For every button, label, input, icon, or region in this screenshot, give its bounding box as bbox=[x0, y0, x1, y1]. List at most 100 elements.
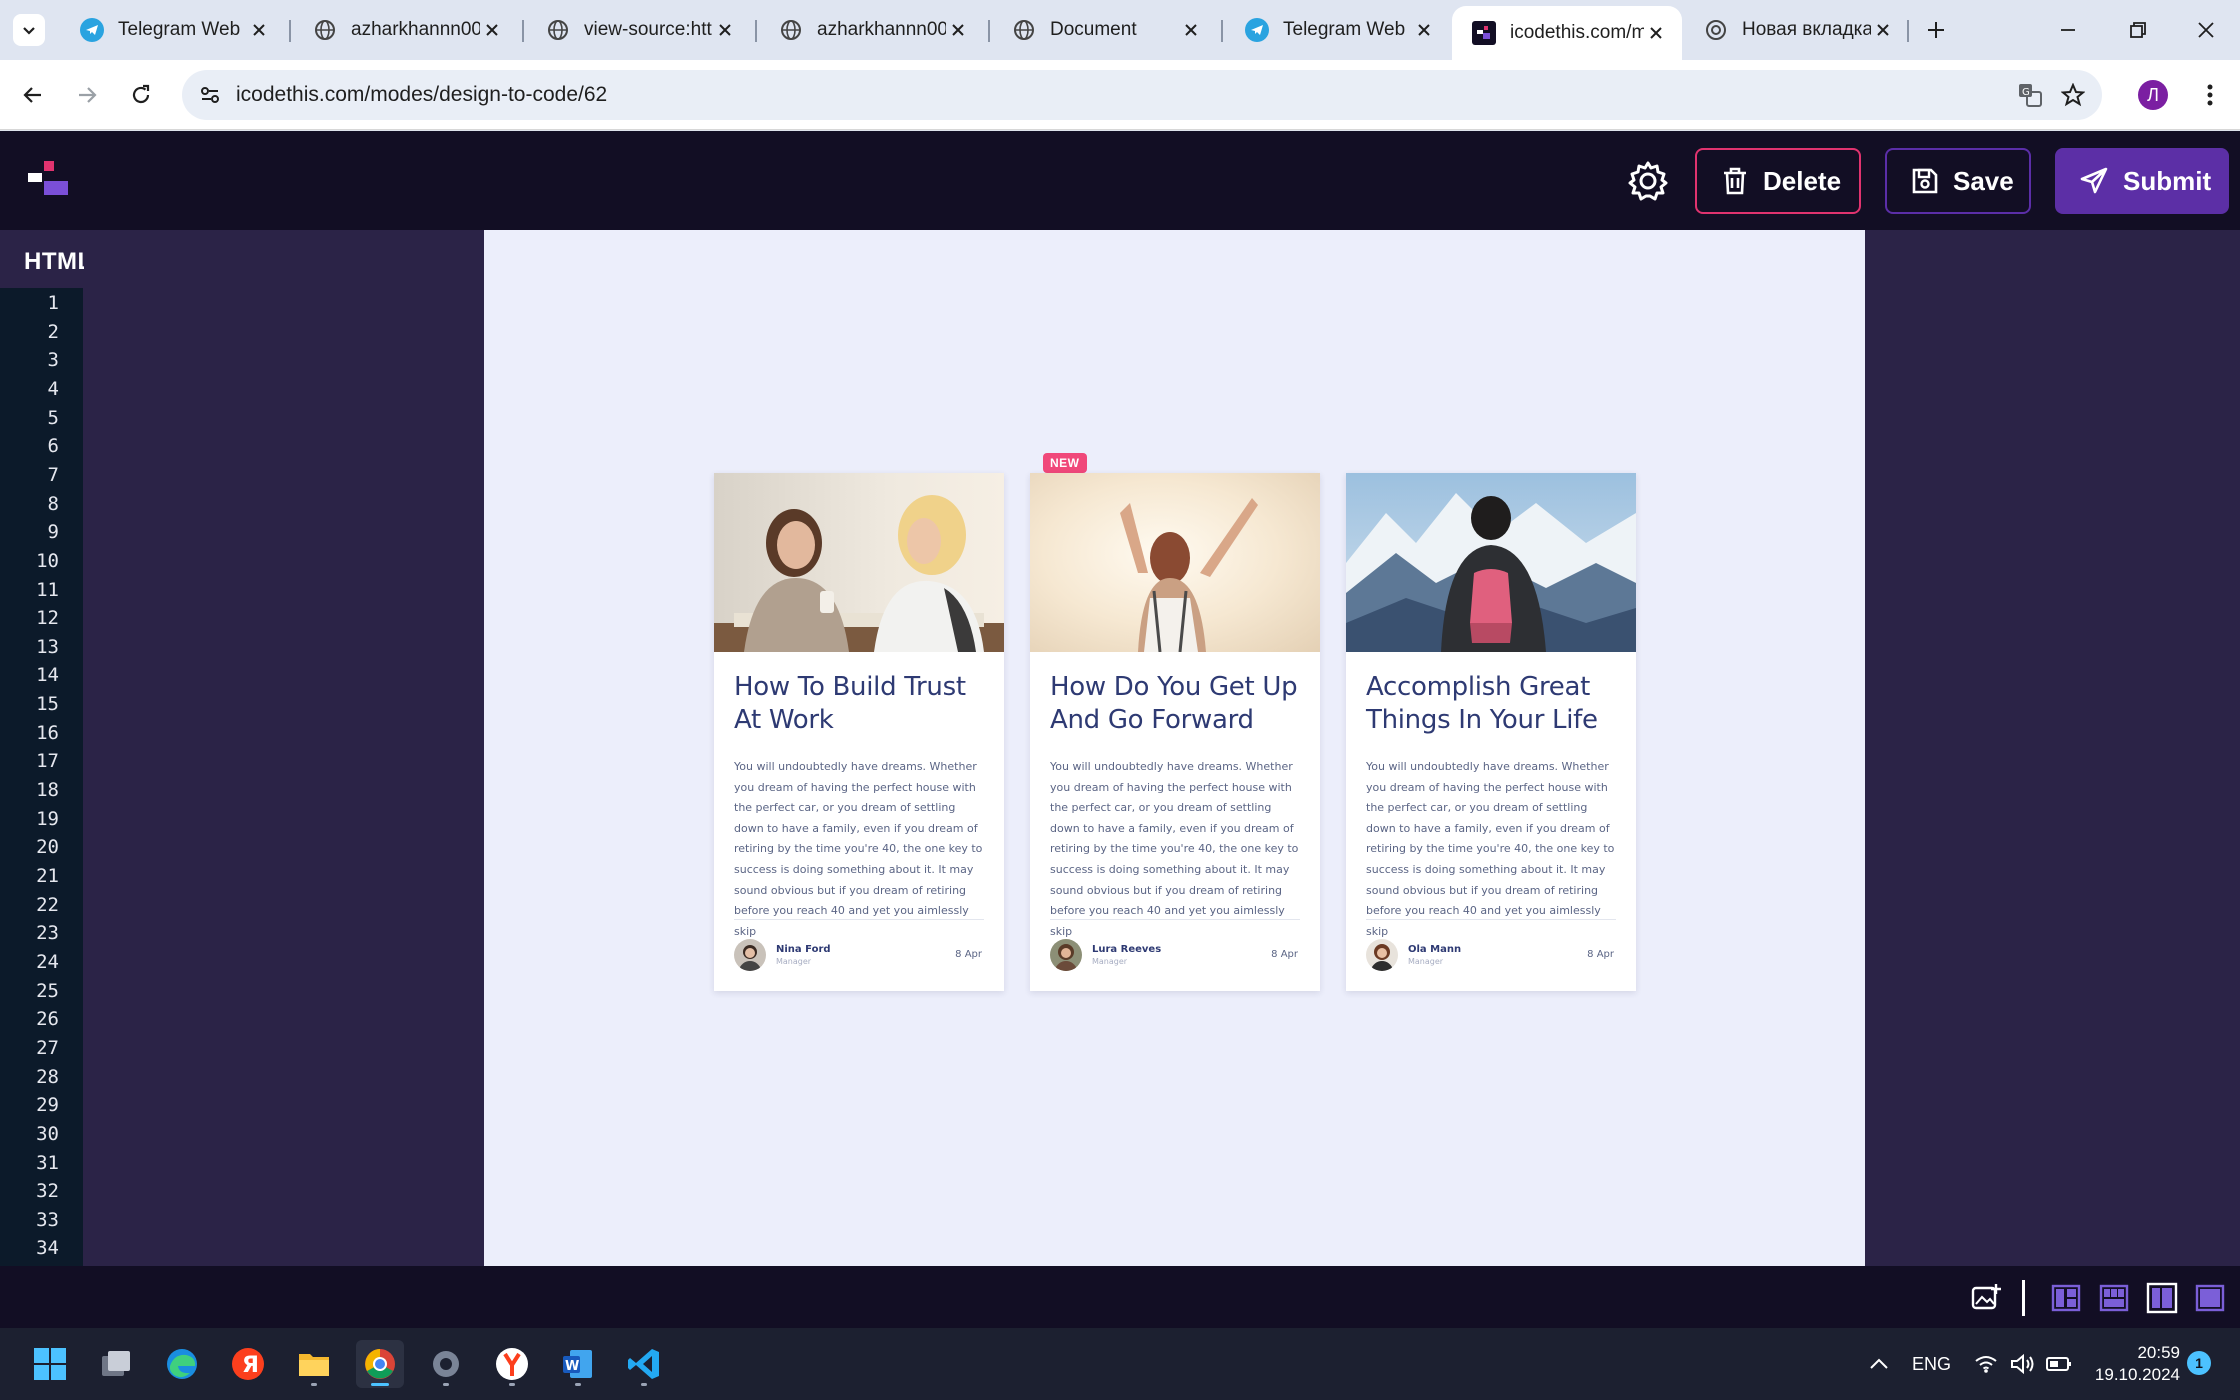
card-title[interactable]: How Do You Get Up And Go Forward bbox=[1050, 671, 1302, 737]
icodethis-icon bbox=[1472, 21, 1496, 45]
yandex-icon[interactable]: Я bbox=[224, 1340, 272, 1388]
word-icon[interactable]: W bbox=[554, 1340, 602, 1388]
close-icon[interactable] bbox=[1871, 18, 1895, 42]
article-card[interactable]: Accomplish Great Things In Your Life You… bbox=[1346, 473, 1636, 991]
right-panel bbox=[1865, 230, 2240, 1266]
line-number: 4 bbox=[47, 377, 59, 400]
close-icon[interactable] bbox=[247, 18, 271, 42]
arrow-left-icon bbox=[23, 87, 41, 103]
trash-icon bbox=[1724, 167, 1746, 195]
browser-tab[interactable]: Новая вкладка bbox=[1684, 6, 1909, 54]
layout-grid-icon[interactable] bbox=[2098, 1282, 2130, 1314]
restore-button[interactable] bbox=[2118, 10, 2158, 50]
system-clock[interactable]: 20:59 19.10.2024 bbox=[2090, 1342, 2180, 1386]
tray-overflow-icon[interactable] bbox=[1868, 1328, 1890, 1400]
card-date: 8 Apr bbox=[1271, 949, 1298, 960]
browser-tab-active[interactable]: icodethis.com/m bbox=[1452, 6, 1682, 60]
line-number: 10 bbox=[36, 549, 59, 572]
back-button[interactable] bbox=[16, 78, 50, 112]
task-view-icon[interactable] bbox=[92, 1340, 140, 1388]
line-number: 22 bbox=[36, 893, 59, 916]
tab-title: Document bbox=[1050, 19, 1137, 40]
address-bar[interactable]: icodethis.com/modes/design-to-code/62 G bbox=[182, 70, 2102, 120]
save-button[interactable]: Save bbox=[1885, 148, 2031, 214]
editor-title: HTML bbox=[24, 248, 84, 275]
screenshot-add-icon[interactable] bbox=[1970, 1282, 2002, 1314]
line-number: 30 bbox=[36, 1122, 59, 1145]
layout-full-icon[interactable] bbox=[2194, 1282, 2226, 1314]
article-card[interactable]: How To Build Trust At Work You will undo… bbox=[714, 473, 1004, 991]
forward-button[interactable] bbox=[70, 78, 104, 112]
line-number: 3 bbox=[47, 349, 59, 372]
telegram-icon bbox=[80, 18, 104, 42]
vscode-icon[interactable] bbox=[620, 1340, 668, 1388]
arrow-right-icon bbox=[79, 87, 97, 103]
card-title[interactable]: How To Build Trust At Work bbox=[734, 671, 986, 737]
browser-tab[interactable]: Document bbox=[992, 6, 1217, 54]
send-icon bbox=[2080, 167, 2108, 194]
line-number: 11 bbox=[36, 578, 59, 601]
close-icon[interactable] bbox=[1179, 18, 1203, 42]
globe-icon bbox=[546, 18, 570, 42]
browser-tab[interactable]: azharkhannn000 bbox=[293, 6, 518, 54]
author-avatar bbox=[1366, 939, 1398, 971]
windows-start-icon[interactable] bbox=[26, 1340, 74, 1388]
close-icon[interactable] bbox=[1644, 21, 1668, 45]
layout-split-icon[interactable] bbox=[2146, 1282, 2178, 1314]
language-indicator[interactable]: ENG bbox=[1912, 1328, 1951, 1400]
volume-icon[interactable] bbox=[2010, 1328, 2036, 1400]
bookmark-star-icon[interactable] bbox=[2059, 81, 2087, 109]
translate-icon[interactable]: G bbox=[2016, 81, 2044, 109]
reload-button[interactable] bbox=[124, 78, 158, 112]
line-number: 1 bbox=[47, 292, 59, 314]
close-icon[interactable] bbox=[1412, 18, 1436, 42]
browser-tab[interactable]: view-source:https bbox=[526, 6, 751, 54]
notification-badge[interactable]: 1 bbox=[2187, 1351, 2211, 1375]
card-title[interactable]: Accomplish Great Things In Your Life bbox=[1366, 671, 1618, 737]
delete-button[interactable]: Delete bbox=[1695, 148, 1861, 214]
card-image-two-women-talking bbox=[714, 473, 1004, 652]
settings-icon[interactable] bbox=[422, 1340, 470, 1388]
yandex-browser-icon[interactable] bbox=[488, 1340, 536, 1388]
browser-tab-strip: Telegram Web azharkhannn000 view-source:… bbox=[0, 0, 2240, 60]
line-number: 32 bbox=[36, 1180, 59, 1203]
close-window-button[interactable] bbox=[2186, 10, 2226, 50]
wifi-icon[interactable] bbox=[1974, 1328, 1998, 1400]
line-number: 33 bbox=[36, 1208, 59, 1231]
icodethis-logo[interactable] bbox=[28, 161, 74, 199]
author-name: Lura Reeves bbox=[1092, 944, 1162, 955]
new-tab-button[interactable] bbox=[1920, 14, 1952, 46]
browser-tab[interactable]: Telegram Web bbox=[60, 6, 285, 54]
settings-gear-icon[interactable] bbox=[1626, 159, 1670, 203]
edge-icon[interactable] bbox=[158, 1340, 206, 1388]
close-icon[interactable] bbox=[946, 18, 970, 42]
line-number: 15 bbox=[36, 693, 59, 716]
profile-avatar[interactable]: Л bbox=[2138, 80, 2168, 110]
clock-date: 19.10.2024 bbox=[2094, 1365, 2180, 1384]
line-number: 21 bbox=[36, 865, 59, 887]
browser-menu-button[interactable] bbox=[2193, 78, 2227, 112]
battery-icon[interactable] bbox=[2046, 1328, 2072, 1400]
line-number: 6 bbox=[47, 435, 59, 458]
card-text: You will undoubtedly have dreams. Whethe… bbox=[734, 760, 983, 938]
minimize-button[interactable] bbox=[2048, 10, 2088, 50]
line-number: 7 bbox=[47, 463, 59, 486]
layout-sidebar-left-icon[interactable] bbox=[2050, 1282, 2082, 1314]
minimize-icon bbox=[2061, 29, 2075, 31]
svg-text:W: W bbox=[565, 1359, 579, 1374]
line-number: 19 bbox=[36, 807, 59, 830]
close-icon[interactable] bbox=[480, 18, 504, 42]
file-explorer-icon[interactable] bbox=[290, 1340, 338, 1388]
globe-icon bbox=[313, 18, 337, 42]
browser-tab[interactable]: azharkhannn000 bbox=[759, 6, 984, 54]
article-card[interactable]: How Do You Get Up And Go Forward You wil… bbox=[1030, 473, 1320, 991]
line-number: 9 bbox=[47, 521, 59, 544]
tab-search-button[interactable] bbox=[13, 14, 45, 46]
chrome-icon[interactable] bbox=[356, 1340, 404, 1388]
submit-button[interactable]: Submit bbox=[2055, 148, 2229, 214]
browser-tab[interactable]: Telegram Web bbox=[1225, 6, 1450, 54]
site-info-icon[interactable] bbox=[196, 81, 224, 109]
close-icon[interactable] bbox=[713, 18, 737, 42]
floppy-disk-icon bbox=[1912, 168, 1938, 194]
line-number: 26 bbox=[36, 1008, 59, 1031]
